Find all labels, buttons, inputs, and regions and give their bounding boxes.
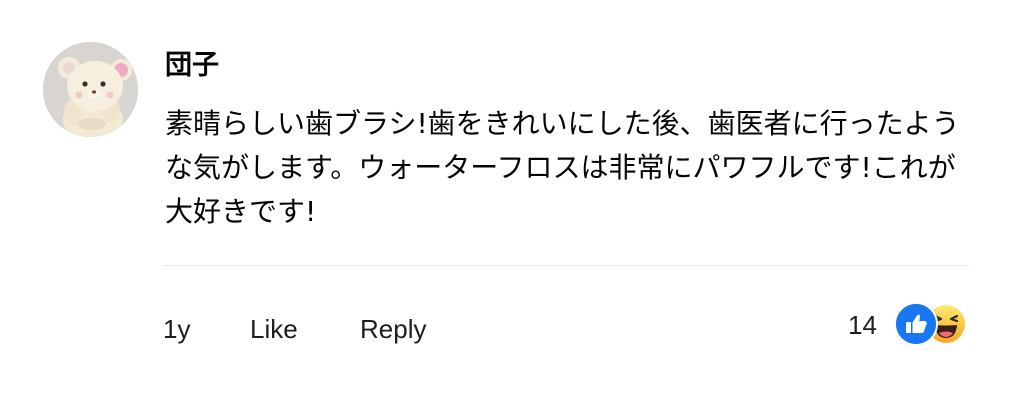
comment-text: 素晴らしい歯ブラシ!歯をきれいにした後、歯医者に行ったような気がします。ウォータ…: [165, 107, 960, 228]
bear-plush-avatar-icon: [43, 42, 138, 137]
comment-timestamp[interactable]: 1y: [163, 310, 190, 348]
like-button[interactable]: Like: [250, 310, 298, 348]
divider: [163, 265, 969, 266]
avatar[interactable]: [43, 42, 138, 137]
reaction-count[interactable]: 14: [848, 306, 877, 344]
reactions-summary[interactable]: [894, 302, 970, 346]
like-reaction-icon: [894, 302, 938, 346]
comment-author[interactable]: 団子: [165, 46, 219, 86]
reply-button[interactable]: Reply: [360, 310, 426, 348]
